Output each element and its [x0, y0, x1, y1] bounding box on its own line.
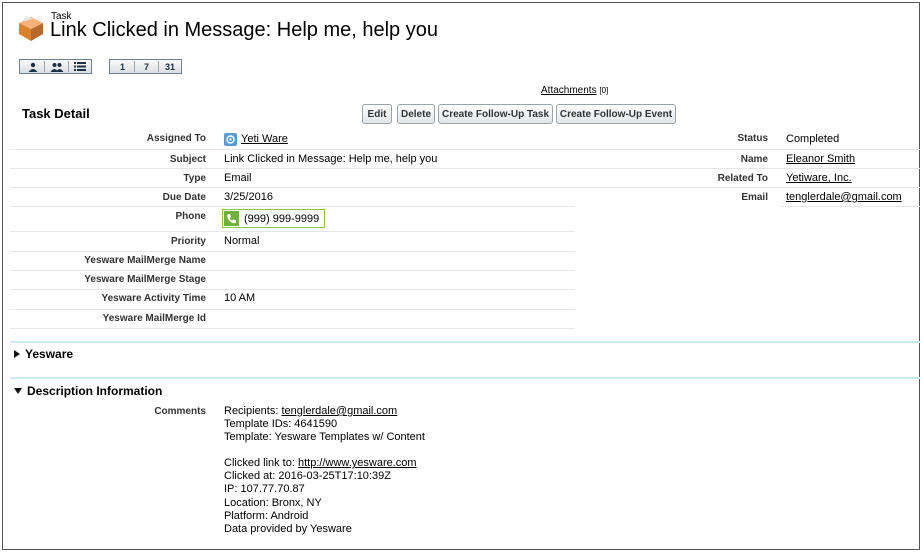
calendar-day-button[interactable]: 1 — [111, 61, 135, 72]
clicked-prefix: Clicked link to: — [224, 457, 298, 470]
email-label: Email — [741, 192, 768, 203]
row-divider — [10, 270, 575, 271]
row-divider — [10, 149, 920, 150]
user-avatar-icon — [224, 133, 237, 146]
attachments-link-wrap: Attachments [0] — [541, 85, 608, 96]
assigned-to-link[interactable]: Yeti Ware — [241, 133, 288, 145]
comments-value: Recipients: tenglerdale@gmail.com Templa… — [224, 405, 425, 536]
type-value: Email — [224, 172, 252, 184]
list-icon[interactable] — [69, 61, 91, 72]
due-date-label: Due Date — [162, 192, 206, 203]
create-follow-up-task-button[interactable]: Create Follow-Up Task — [438, 104, 553, 124]
row-divider — [780, 206, 920, 207]
section-divider — [10, 377, 920, 379]
clicked-url-link[interactable]: http://www.yesware.com — [298, 457, 417, 469]
activity-time-value: 10 AM — [224, 292, 256, 304]
description-section-title: Description Information — [27, 384, 163, 398]
phone-click-to-call[interactable]: (999) 999-9999 — [222, 209, 325, 228]
calendar-toolbar: 1 7 31 — [109, 59, 182, 74]
edit-button[interactable]: Edit — [362, 104, 392, 124]
clicked-link-line: Clicked link to: http://www.yesware.com — [224, 457, 425, 470]
expand-triangle-icon — [14, 350, 20, 358]
row-divider — [10, 309, 575, 310]
yesware-section-title: Yesware — [25, 347, 74, 361]
page-title: Link Clicked in Message: Help me, help y… — [50, 19, 438, 41]
name-label: Name — [740, 154, 768, 165]
subject-label: Subject — [169, 154, 206, 165]
template-line: Template: Yesware Templates w/ Content — [224, 431, 425, 444]
related-to-link[interactable]: Yetiware, Inc. — [786, 172, 852, 184]
clicked-at-line: Clicked at: 2016-03-25T17:10:39Z — [224, 470, 391, 483]
activity-time-label: Yesware Activity Time — [101, 293, 206, 304]
comments-label: Comments — [154, 406, 206, 417]
status-value: Completed — [786, 133, 840, 145]
row-divider — [10, 187, 920, 188]
create-follow-up-event-button[interactable]: Create Follow-Up Event — [556, 104, 676, 124]
due-date-value: 3/25/2016 — [224, 191, 273, 203]
row-divider — [10, 206, 575, 207]
attachments-link[interactable]: Attachments — [541, 85, 597, 96]
calendar-week-button[interactable]: 7 — [135, 61, 159, 72]
attachments-count: [0] — [599, 86, 609, 95]
assigned-to-label: Assigned To — [146, 133, 206, 144]
name-link[interactable]: Eleanor Smith — [786, 153, 855, 165]
platform-line: Platform: Android — [224, 509, 309, 522]
yesware-section-toggle[interactable]: Yesware — [14, 347, 73, 361]
mailmerge-id-label: Yesware MailMerge Id — [102, 313, 206, 324]
recipients-line: Recipients: tenglerdale@gmail.com — [224, 405, 425, 418]
subject-value: Link Clicked in Message: Help me, help y… — [224, 153, 438, 165]
ip-line: IP: 107.77.70.87 — [224, 483, 305, 496]
row-divider — [10, 328, 575, 329]
priority-label: Priority — [170, 236, 206, 247]
phone-label: Phone — [175, 211, 206, 222]
task-detail-title: Task Detail — [22, 106, 90, 121]
location-line: Location: Bronx, NY — [224, 496, 322, 509]
section-divider — [10, 341, 920, 343]
phone-value: (999) 999-9999 — [244, 212, 320, 225]
recipients-prefix: Recipients: — [224, 405, 282, 417]
status-label: Status — [737, 133, 768, 144]
priority-value: Normal — [224, 235, 260, 247]
delete-button[interactable]: Delete — [397, 104, 435, 124]
calendar-month-button[interactable]: 31 — [159, 61, 181, 72]
email-link[interactable]: tenglerdale@gmail.com — [786, 191, 902, 203]
row-divider — [10, 251, 575, 252]
description-section-toggle[interactable]: Description Information — [14, 384, 162, 398]
row-divider — [10, 168, 920, 169]
type-label: Type — [183, 173, 206, 184]
row-divider — [10, 289, 575, 290]
users-icon[interactable] — [45, 61, 69, 72]
mailmerge-name-label: Yesware MailMerge Name — [84, 255, 206, 266]
template-ids-line: Template IDs: 4641590 — [224, 418, 338, 431]
row-divider — [10, 231, 575, 232]
recipients-email-link[interactable]: tenglerdale@gmail.com — [281, 405, 397, 417]
phone-icon — [224, 211, 239, 226]
view-toolbar — [19, 59, 92, 74]
user-icon[interactable] — [21, 61, 45, 72]
related-to-label: Related To — [717, 173, 768, 184]
task-box-icon — [19, 15, 43, 41]
collapse-triangle-icon — [14, 388, 22, 394]
provided-by-line: Data provided by Yesware — [224, 522, 352, 535]
mailmerge-stage-label: Yesware MailMerge Stage — [84, 274, 206, 285]
